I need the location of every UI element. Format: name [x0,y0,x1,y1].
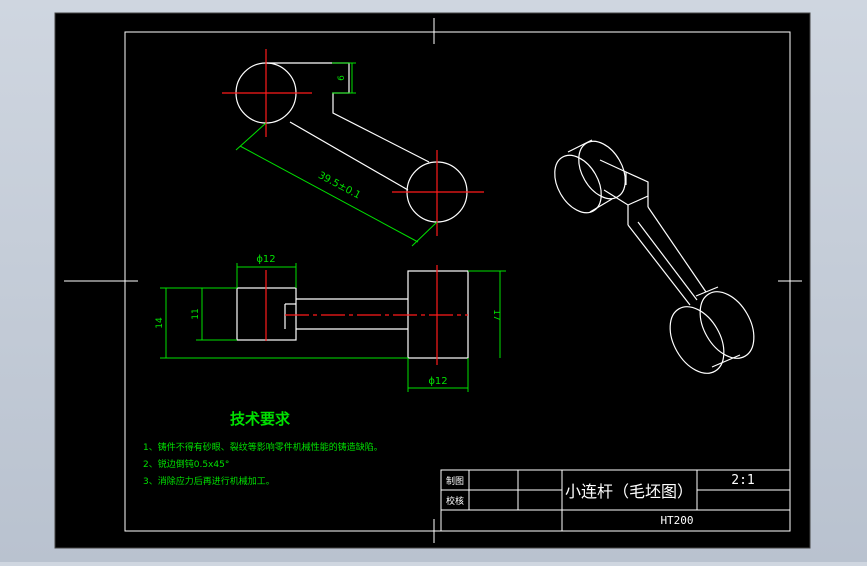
dim-height-14: 14 [155,317,165,329]
drawing-title: 小连杆（毛坯图） [565,482,693,501]
drawing-scale: 2:1 [731,473,754,488]
drawn-by-label: 制图 [446,475,464,487]
dim-height-17: 17 [491,309,501,320]
dim-dia-top: ϕ12 [256,254,275,265]
dim-height-11: 11 [191,308,201,319]
checked-by-label: 校核 [446,495,464,507]
dim-offset-6: 6 [337,75,347,81]
cad-viewport[interactable]: 6 39.5±0.1 ϕ12 ϕ12 14 11 17 技术要求 1、铸件不得有… [0,0,867,562]
drawing-material: HT200 [660,514,693,527]
drawing-canvas: 6 39.5±0.1 ϕ12 ϕ12 14 11 17 技术要求 1、铸件不得有… [54,12,811,549]
notes-heading: 技术要求 [230,410,291,428]
note-item-3: 3、消除应力后再进行机械加工。 [143,475,275,487]
dim-dia-bottom: ϕ12 [428,376,447,387]
note-item-1: 1、铸件不得有砂眼、裂纹等影响零件机械性能的铸造缺陷。 [143,441,383,453]
note-item-2: 2、锐边倒钝0.5x45° [143,458,229,470]
